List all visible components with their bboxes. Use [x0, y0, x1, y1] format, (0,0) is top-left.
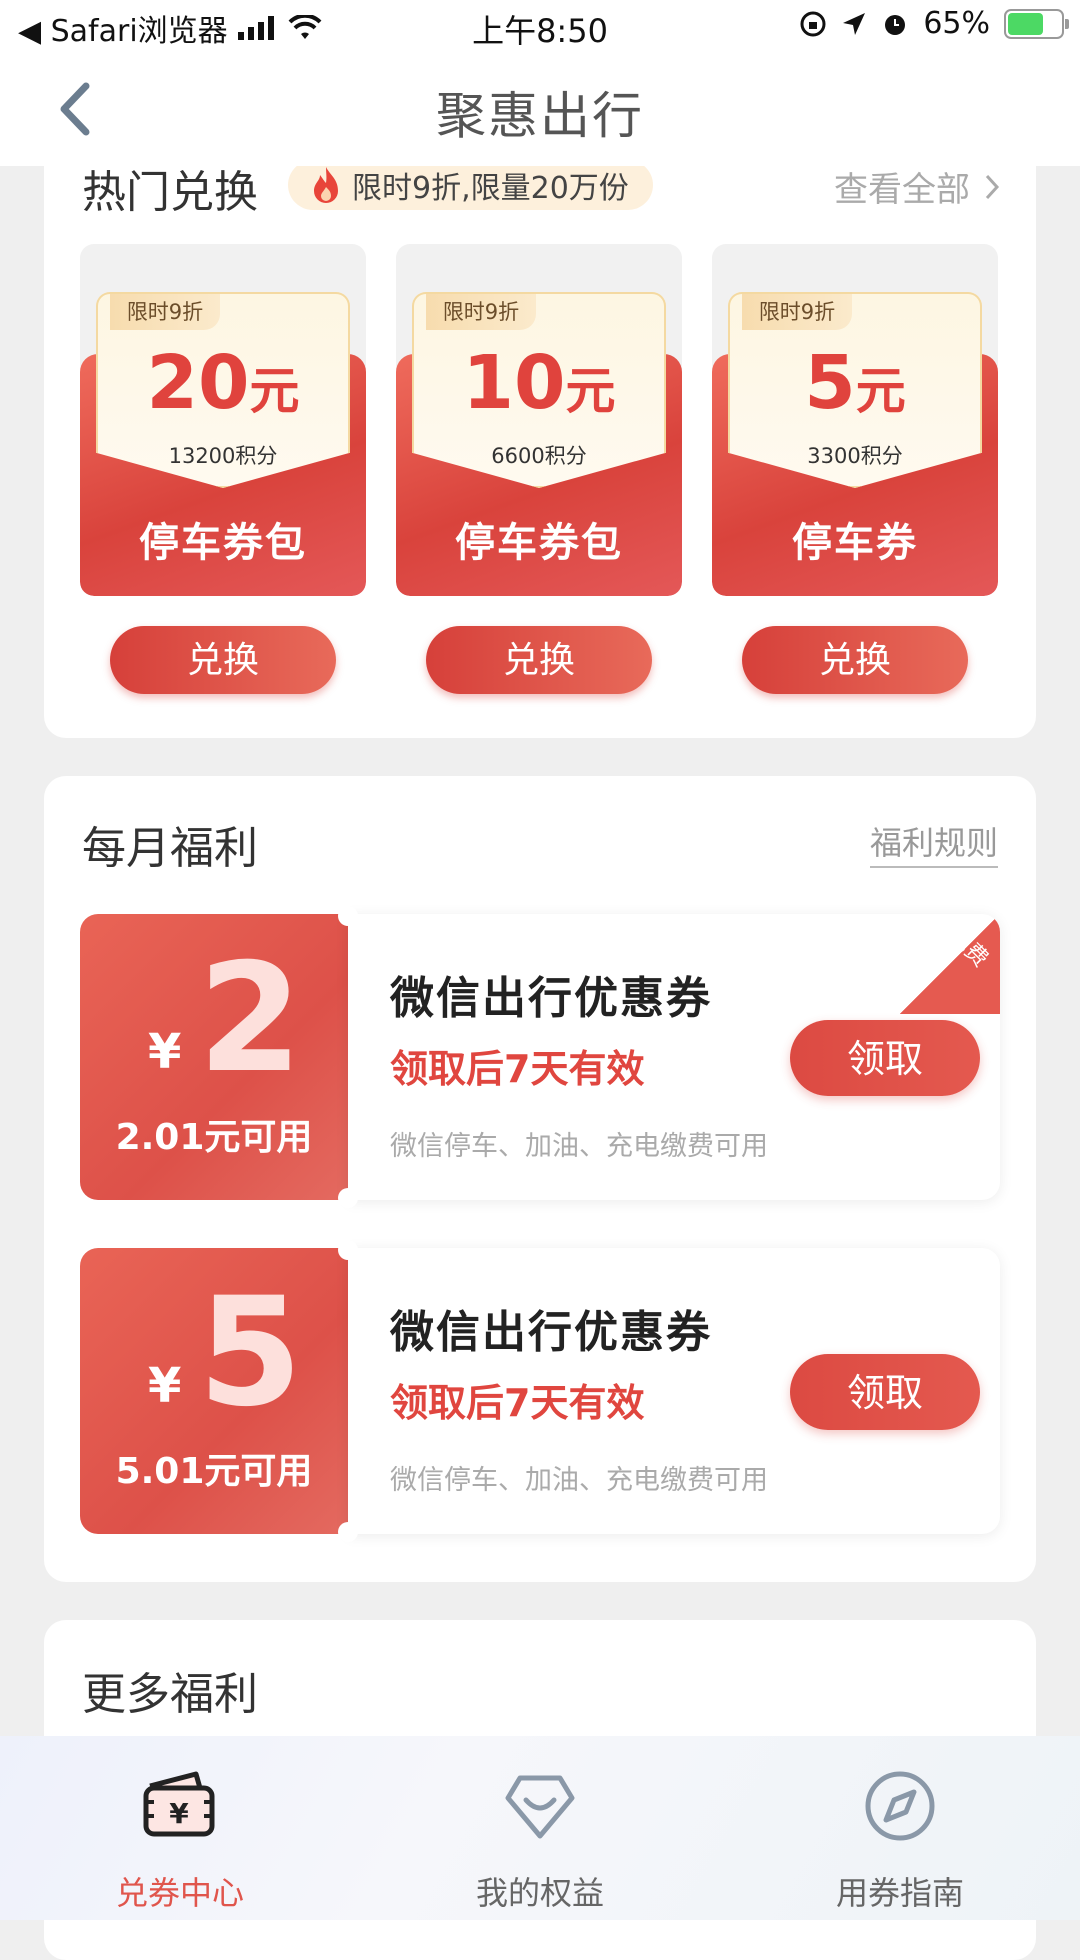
exchange-button[interactable]: 兑换 [110, 626, 336, 694]
coupon-card: ¥ 2 2.01元可用 微信出行优惠券 领取后7天有效 微信停车、加油、充电缴费… [80, 906, 1000, 1208]
nav-bar: 聚惠出行 [0, 54, 1080, 166]
coupon-amount: 2 [198, 932, 303, 1106]
view-all-link[interactable]: 查看全部 [834, 162, 1000, 211]
coupon-description: 微信停车、加油、充电缴费可用 [390, 1465, 768, 1496]
monthly-benefits-card: 每月福利 福利规则 ¥ 2 2.01元可用 微信出行优惠券 领取后7天有效 微信… [44, 776, 1036, 1582]
svg-text:¥: ¥ [169, 1797, 189, 1830]
coupon-card: ¥ 5 5.01元可用 微信出行优惠券 领取后7天有效 微信停车、加油、充电缴费… [80, 1240, 1000, 1542]
tab-my-benefits[interactable]: 我的权益 [360, 1736, 720, 1920]
voucher-card[interactable]: 限时9折 5元 3300积分 停车券 [712, 244, 998, 596]
currency-symbol: ¥ [148, 1358, 182, 1414]
coupon-validity: 领取后7天有效 [390, 1047, 645, 1091]
discount-tag: 限时9折 [110, 294, 220, 330]
rotation-lock-icon [800, 11, 826, 36]
voucher-card[interactable]: 限时9折 20元 13200积分 停车券包 [80, 244, 366, 596]
exchange-button[interactable]: 兑换 [742, 626, 968, 694]
coupon-value-panel: ¥ 5 5.01元可用 [80, 1248, 348, 1534]
coupon-threshold: 2.01元可用 [115, 1117, 313, 1158]
tab-voucher-center[interactable]: ¥ 兑券中心 [0, 1736, 360, 1920]
currency-symbol: ¥ [148, 1024, 182, 1080]
exchange-button[interactable]: 兑换 [426, 626, 652, 694]
benefit-rules-link[interactable]: 福利规则 [869, 818, 998, 868]
voucher-name: 停车券包 [139, 520, 307, 566]
battery-percent: 65% [923, 6, 990, 41]
coupon-value-panel: ¥ 2 2.01元可用 [80, 914, 348, 1200]
monthly-benefits-title: 每月福利 [82, 823, 258, 874]
voucher-points: 6600积分 [491, 444, 587, 468]
coupon-info-panel: 微信出行优惠券 领取后7天有效 微信停车、加油、充电缴费可用 领取 免费 [348, 914, 1000, 1200]
free-ribbon: 免费 [900, 914, 1000, 1014]
tab-label: 我的权益 [475, 1874, 604, 1912]
chevron-right-icon [985, 174, 1000, 199]
location-arrow-icon [843, 12, 866, 35]
hot-exchange-card: 热门兑换 限时9折,限量20万份 查看全部 限时9折 20元 13200积分 停… [44, 120, 1036, 738]
tab-label: 用券指南 [835, 1874, 964, 1912]
compass-icon [865, 1771, 935, 1841]
coupon-title: 微信出行优惠券 [390, 973, 712, 1024]
voucher-card[interactable]: 限时9折 10元 6600积分 停车券包 [396, 244, 682, 596]
status-bar: ◀ Safari浏览器 上午8:50 65% [0, 0, 1080, 54]
gift-heart-icon [505, 1775, 575, 1839]
promo-pill: 限时9折,限量20万份 [288, 160, 653, 210]
status-right: 65% [799, 6, 1069, 41]
voucher-amount: 20元 [146, 340, 300, 426]
voucher-points: 3300积分 [807, 444, 903, 468]
coupon-notch [338, 1240, 358, 1260]
coupon-amount: 5 [198, 1266, 303, 1440]
discount-tag: 限时9折 [426, 294, 536, 330]
coupon-validity: 领取后7天有效 [390, 1381, 645, 1425]
voucher-name: 停车券 [792, 520, 918, 566]
bottom-tab-bar: ¥ 兑券中心 我的权益 用券指南 [0, 1736, 1080, 1920]
discount-tag: 限时9折 [742, 294, 852, 330]
coupon-title: 微信出行优惠券 [390, 1307, 712, 1358]
view-all-label: 查看全部 [834, 170, 970, 210]
claim-button[interactable]: 领取 [790, 1020, 980, 1096]
tab-label: 兑券中心 [115, 1874, 244, 1912]
voucher-name: 停车券包 [455, 520, 623, 566]
coupon-description: 微信停车、加油、充电缴费可用 [390, 1131, 768, 1162]
voucher-amount: 10元 [462, 340, 616, 426]
alarm-icon [885, 14, 906, 35]
free-badge: 免费 [943, 923, 993, 973]
claim-button[interactable]: 领取 [790, 1354, 980, 1430]
more-benefits-title: 更多福利 [82, 1669, 258, 1720]
coupon-notch [338, 1188, 358, 1208]
wallet-yen-icon: ¥ [143, 1771, 215, 1837]
page-title: 聚惠出行 [436, 87, 644, 145]
battery-icon [1004, 8, 1069, 39]
coupon-info-panel: 微信出行优惠券 领取后7天有效 微信停车、加油、充电缴费可用 领取 [348, 1248, 1000, 1534]
voucher-points: 13200积分 [168, 444, 278, 468]
promo-text: 限时9折,限量20万份 [352, 171, 629, 206]
coupon-notch [338, 906, 358, 926]
coupon-notch [338, 1522, 358, 1542]
fire-icon [314, 167, 338, 203]
coupon-threshold: 5.01元可用 [115, 1451, 313, 1492]
voucher-amount: 5元 [804, 340, 906, 426]
tab-voucher-guide[interactable]: 用券指南 [720, 1736, 1080, 1920]
